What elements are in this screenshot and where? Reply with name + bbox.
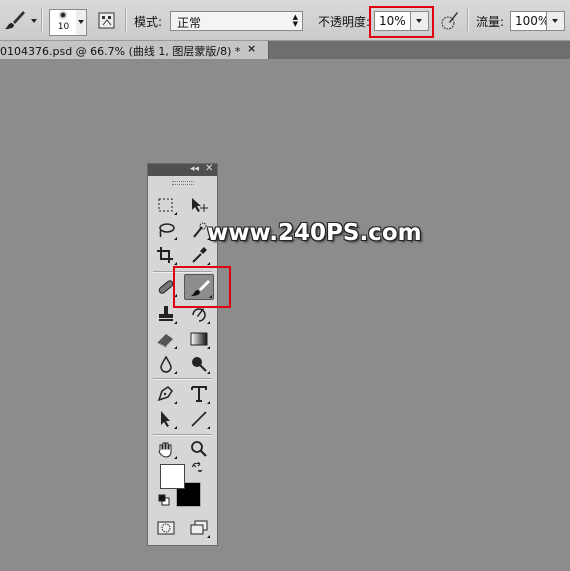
rectangular-marquee-icon: [158, 198, 173, 212]
tool-preset-picker[interactable]: [0, 6, 40, 34]
move-icon: [192, 198, 208, 212]
line-tool[interactable]: [187, 408, 211, 430]
quick-mask-icon: [157, 521, 175, 535]
screen-mode-button[interactable]: [187, 517, 211, 539]
gradient-tool[interactable]: [187, 328, 211, 350]
line-icon: [191, 411, 207, 427]
swap-colors-button[interactable]: [191, 461, 203, 474]
stamp-icon: [159, 306, 173, 321]
brush-panel-toggle[interactable]: [96, 10, 118, 32]
default-colors-button[interactable]: [158, 494, 170, 506]
brush-tip-icon: [61, 13, 65, 17]
chevron-down-icon: [78, 20, 84, 24]
marquee-tool[interactable]: [154, 194, 178, 216]
mode-label: 模式:: [134, 15, 163, 29]
foreground-color-swatch[interactable]: [160, 464, 185, 489]
type-icon: [191, 386, 207, 402]
eyedropper-tool[interactable]: [187, 244, 211, 266]
pen-icon: [157, 386, 173, 402]
brush-tool-highlight: [173, 266, 231, 308]
flow-input[interactable]: 100%: [510, 11, 565, 31]
crop-icon: [157, 247, 173, 263]
document-title: 0104376.psd @ 66.7% (曲线 1, 图层蒙版/8) *: [0, 45, 241, 58]
flow-value: 100%: [515, 14, 550, 28]
pressure-opacity-button[interactable]: [439, 10, 461, 32]
opacity-highlight: [369, 6, 434, 38]
updown-arrows-icon: ▲ ▼: [292, 13, 298, 28]
watermark-text: www.240PS.com: [207, 220, 422, 246]
default-colors-icon: [158, 494, 170, 506]
pen-tool[interactable]: [154, 383, 178, 405]
brush-preset-picker[interactable]: 10: [49, 9, 78, 36]
quick-selection-icon: [193, 222, 207, 238]
path-selection-tool[interactable]: [154, 408, 178, 430]
zoom-tool[interactable]: [187, 438, 211, 460]
lasso-icon: [159, 223, 175, 238]
options-bar: 10 模式: 正常 ▲ ▼ 不透明度: 10% 流量: 100%: [0, 0, 570, 41]
brush-preset-dropdown[interactable]: [76, 9, 87, 36]
hand-tool[interactable]: [154, 438, 178, 460]
brush-panel-icon: [98, 12, 115, 29]
lasso-tool[interactable]: [154, 219, 178, 241]
hand-icon: [158, 442, 172, 458]
close-panel-button[interactable]: ✕: [205, 163, 213, 174]
flow-dropdown[interactable]: [546, 12, 564, 30]
brush-size: 10: [57, 22, 70, 32]
eraser-icon: [157, 334, 173, 348]
eraser-tool[interactable]: [154, 328, 178, 350]
brush-icon: [5, 11, 25, 29]
type-tool[interactable]: [187, 383, 211, 405]
collapse-panel-button[interactable]: ◂◂: [190, 164, 199, 174]
screen-mode-icon: [190, 520, 208, 535]
crop-tool[interactable]: [154, 244, 178, 266]
history-brush-tool[interactable]: [187, 303, 211, 325]
chevron-down-icon: [552, 19, 558, 23]
close-tab-button[interactable]: ×: [247, 42, 256, 55]
blend-mode-value: 正常: [177, 16, 202, 30]
document-tab-bar: 0104376.psd @ 66.7% (曲线 1, 图层蒙版/8) * ×: [0, 41, 570, 59]
quick-mask-button[interactable]: [154, 517, 178, 539]
arrow-pointer-icon: [161, 411, 170, 427]
canvas-area[interactable]: [0, 59, 570, 571]
droplet-icon: [160, 355, 172, 373]
swap-arrows-icon: [191, 461, 203, 473]
move-tool[interactable]: [187, 194, 211, 216]
blend-mode-select[interactable]: 正常 ▲ ▼: [170, 11, 303, 31]
history-brush-icon: [192, 308, 206, 322]
document-tab[interactable]: 0104376.psd @ 66.7% (曲线 1, 图层蒙版/8) * ×: [0, 41, 269, 59]
tablet-pressure-icon: [441, 12, 458, 30]
panel-grip[interactable]: [172, 181, 194, 185]
dodge-tool[interactable]: [187, 353, 211, 375]
eyedropper-icon: [192, 247, 207, 263]
chevron-down-icon: [31, 19, 37, 23]
tools-panel-header[interactable]: ◂◂ ✕: [148, 163, 217, 176]
blur-tool[interactable]: [154, 353, 178, 375]
opacity-label: 不透明度:: [318, 15, 371, 29]
flow-label: 流量:: [476, 15, 505, 29]
gradient-icon: [190, 332, 208, 346]
clone-stamp-tool[interactable]: [154, 303, 178, 325]
magnifier-icon: [191, 441, 207, 457]
dodge-icon: [192, 357, 207, 372]
